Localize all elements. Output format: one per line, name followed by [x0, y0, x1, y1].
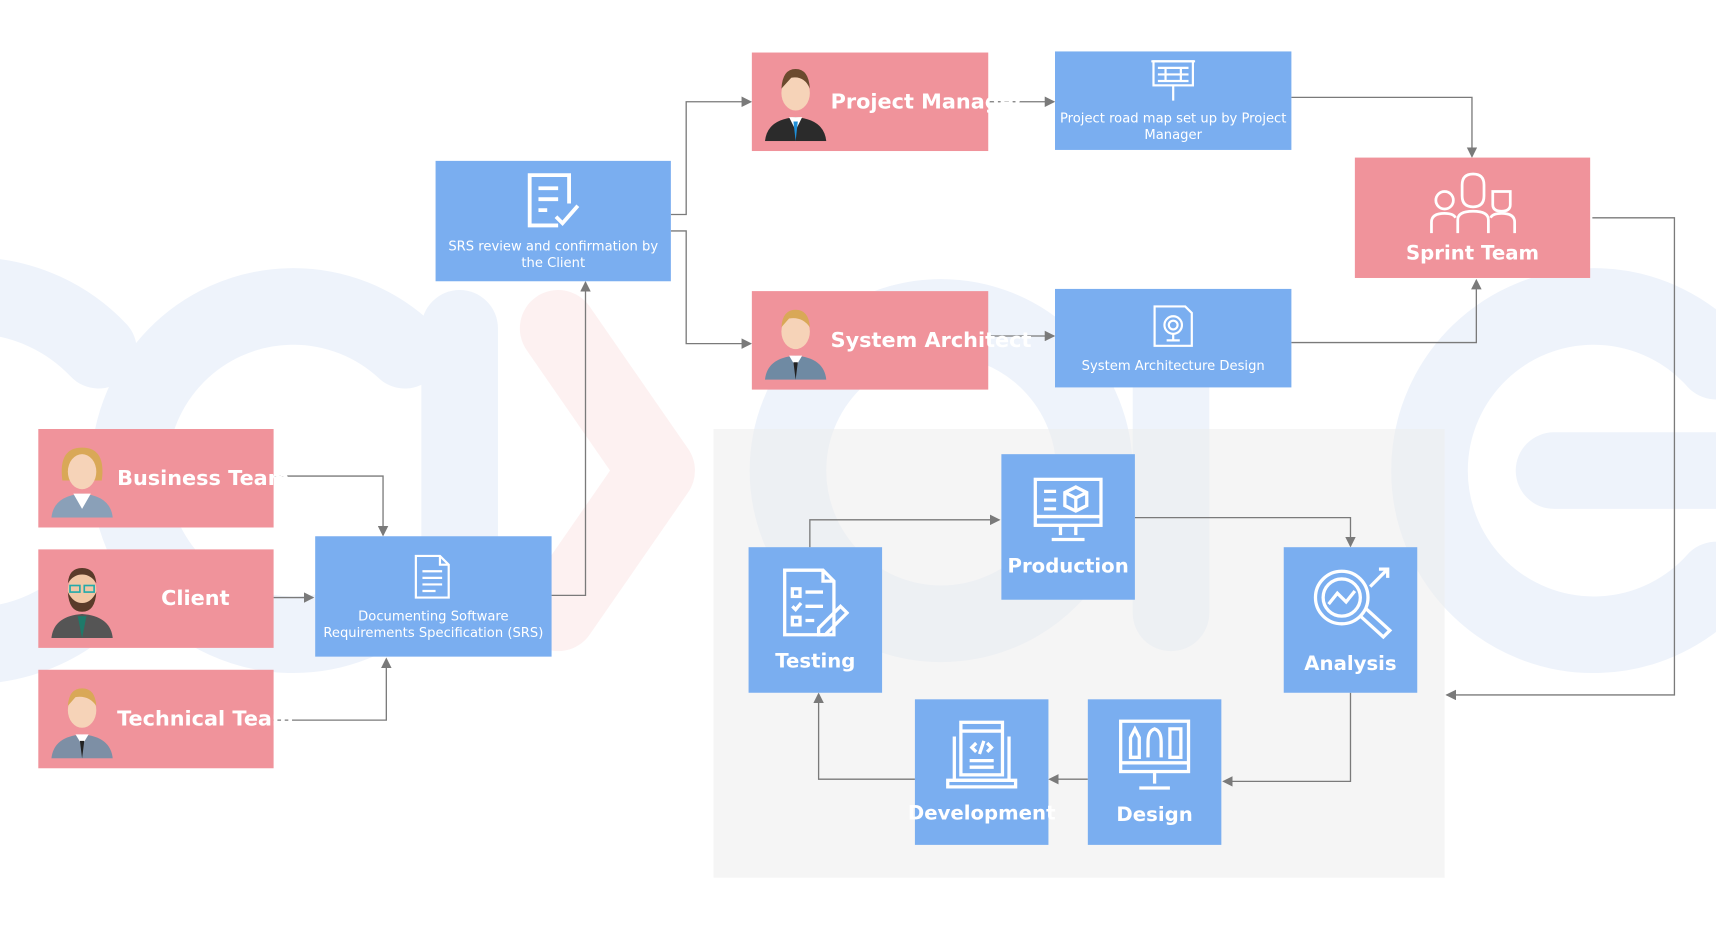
cycle-step-production: Production	[1001, 454, 1135, 600]
presentation-board-icon	[1151, 60, 1196, 101]
checklist-document-icon	[527, 173, 579, 228]
project-manager-label: Project Manager	[830, 89, 1024, 114]
srs-review-label: SRS review and confirmation by the Clien…	[448, 238, 659, 271]
cycle-step-development: Development	[908, 699, 1055, 845]
cycle-step-label: Development	[907, 802, 1056, 826]
arrow-development-to-testing	[813, 692, 915, 780]
cycle-step-label: Analysis	[1304, 652, 1397, 676]
monitor-cube-icon	[1033, 477, 1103, 542]
project-manager-node: Project Manager	[751, 52, 1024, 152]
arrow-business-to-srs	[273, 475, 389, 537]
arrow-testing-to-production	[809, 514, 1001, 548]
test-checklist-icon	[783, 568, 850, 637]
architecture-design-label: System Architecture Design	[1081, 357, 1265, 373]
roadmap-node: Project road map set up by Project Manag…	[1055, 51, 1292, 150]
stakeholder-technical-team: Technical Team	[38, 669, 294, 769]
arrow-review-to-pm	[670, 96, 753, 216]
cycle-step-testing: Testing	[748, 547, 883, 693]
stakeholder-label: Client	[161, 586, 230, 611]
bearded-man-avatar-icon	[51, 567, 113, 639]
cycle-step-label: Production	[1007, 554, 1129, 578]
srs-review-node: SRS review and confirmation by the Clien…	[435, 160, 671, 282]
architect-avatar-icon	[764, 309, 827, 380]
manager-avatar-icon	[764, 68, 827, 142]
arrow-design-to-sprint	[1291, 278, 1482, 344]
team-icon	[1429, 172, 1516, 233]
diagram-canvas: Business Team Client Technical Team Docu…	[0, 0, 1716, 950]
cycle-step-label: Testing	[775, 650, 856, 674]
businessman-avatar-icon	[51, 688, 113, 759]
arrow-roadmap-to-sprint	[1291, 96, 1478, 158]
system-architect-node: System Architect	[751, 291, 1031, 390]
arrow-sprint-to-cycle	[1445, 217, 1676, 701]
cycle-step-analysis: Analysis	[1283, 547, 1418, 693]
arrow-review-to-architect	[670, 230, 753, 349]
stakeholder-client: Client	[38, 549, 274, 648]
magnifier-chart-icon	[1313, 567, 1393, 640]
srs-documentation-node: Documenting Software Requirements Specif…	[315, 536, 552, 657]
cycle-step-design: Design	[1087, 699, 1222, 845]
design-tools-monitor-icon	[1119, 719, 1191, 790]
architecture-design-node: System Architecture Design	[1055, 288, 1292, 388]
stakeholder-label: Business Team	[117, 466, 290, 491]
roadmap-label: Project road map set up by Project Manag…	[1059, 110, 1287, 143]
arrow-production-to-analysis	[1134, 516, 1356, 548]
stakeholder-label: Technical Team	[117, 706, 294, 732]
document-icon	[414, 554, 450, 599]
cycle-step-label: Design	[1116, 803, 1193, 827]
laptop-code-icon	[946, 720, 1018, 789]
stakeholder-business-team: Business Team	[38, 429, 289, 528]
arrow-analysis-to-design	[1222, 692, 1352, 787]
blueprint-icon	[1153, 304, 1193, 347]
srs-documentation-label: Documenting Software Requirements Specif…	[323, 608, 544, 641]
sprint-team-label: Sprint Team	[1405, 241, 1540, 265]
businesswoman-avatar-icon	[51, 447, 113, 518]
arrow-srs-to-review	[551, 281, 591, 597]
sprint-team-node: Sprint Team	[1354, 157, 1591, 278]
system-architect-label: System Architect	[830, 328, 1032, 353]
